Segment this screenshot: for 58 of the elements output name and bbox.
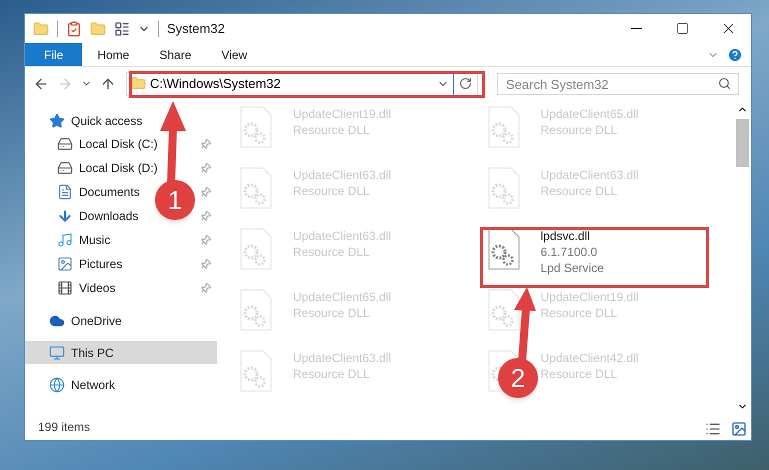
status-text: 199 items xyxy=(38,419,92,436)
download-icon xyxy=(57,208,73,224)
address-path: C:\Windows\System32 xyxy=(150,74,281,93)
search-field[interactable]: Search System32 xyxy=(497,73,739,95)
file-detail: Lpd Service xyxy=(540,260,604,276)
picture-icon xyxy=(57,256,73,272)
help-icon[interactable] xyxy=(727,46,743,62)
nav-item[interactable]: Local Disk (C:) xyxy=(79,135,158,153)
document-icon xyxy=(57,184,73,200)
file-detail: 6.1.7100.0 xyxy=(540,244,598,260)
new-folder-icon[interactable] xyxy=(90,20,106,36)
back-icon[interactable] xyxy=(33,76,49,92)
file-name[interactable]: lpdsvc.dll xyxy=(540,228,604,244)
nav-item[interactable]: Videos xyxy=(79,279,116,297)
nav-item[interactable]: Quick access xyxy=(25,109,217,132)
ribbon-tab[interactable]: Home xyxy=(82,43,144,66)
film-icon xyxy=(57,280,73,296)
window-title: System32 xyxy=(167,20,225,38)
folder-icon[interactable] xyxy=(33,20,49,36)
scrollbar-thumb[interactable] xyxy=(736,119,749,167)
nav-item[interactable]: Documents xyxy=(79,183,140,201)
drive-icon xyxy=(57,160,73,176)
ribbon-tab[interactable]: File xyxy=(25,43,82,66)
forward-icon[interactable] xyxy=(57,76,73,92)
nav-item[interactable]: OneDrive xyxy=(25,309,217,332)
nav-item[interactable]: Network xyxy=(25,373,217,396)
address-field[interactable]: C:\Windows\System32 xyxy=(126,72,478,96)
gear-file-icon xyxy=(239,106,273,148)
layout-icon[interactable] xyxy=(114,20,130,36)
network-icon xyxy=(49,376,65,392)
gear-file-icon xyxy=(486,289,520,331)
gear-file-icon xyxy=(239,167,273,209)
star-icon xyxy=(49,112,65,128)
maximize-icon xyxy=(676,22,688,35)
music-note-icon xyxy=(57,232,73,248)
gear-file-icon xyxy=(486,167,520,209)
nav-item[interactable]: Music xyxy=(79,231,110,249)
folder-icon xyxy=(131,76,146,91)
nav-item[interactable]: Pictures xyxy=(79,255,122,273)
gear-file-icon xyxy=(486,228,520,270)
drive-icon xyxy=(57,136,73,152)
up-icon[interactable] xyxy=(100,76,116,92)
search-icon xyxy=(718,76,731,90)
details-view-icon[interactable] xyxy=(705,421,721,437)
monitor-icon xyxy=(49,344,65,360)
minimize-icon xyxy=(630,28,642,29)
nav-item[interactable]: Downloads xyxy=(79,207,138,225)
nav-item[interactable]: Local Disk (D:) xyxy=(79,159,158,177)
ribbon-tab[interactable]: View xyxy=(206,43,262,66)
gear-file-icon xyxy=(239,228,273,270)
gear-file-icon xyxy=(486,106,520,148)
gear-file-icon xyxy=(239,289,273,331)
large-icons-view-icon[interactable] xyxy=(731,421,747,437)
gear-file-icon xyxy=(239,350,273,392)
refresh-icon[interactable] xyxy=(459,77,472,90)
properties-icon[interactable] xyxy=(66,20,82,36)
ribbon-tab[interactable]: Share xyxy=(144,43,206,66)
nav-item[interactable]: This PC xyxy=(25,341,217,364)
